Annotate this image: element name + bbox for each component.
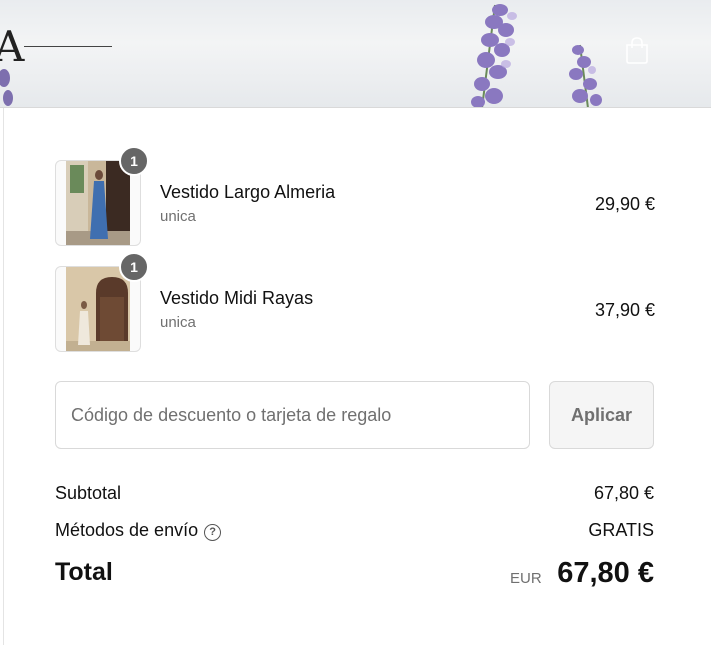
product-price: 37,90 € xyxy=(594,300,655,320)
total-label: Total xyxy=(55,558,113,586)
shipping-label: Métodos de envío xyxy=(55,520,199,540)
product-image xyxy=(66,161,130,245)
checkout-page: A 1 Vestido Largo Almeria unica 29,90 € xyxy=(0,0,711,645)
question-circle-icon[interactable]: ? xyxy=(204,523,222,541)
product-variant: unica xyxy=(160,208,196,225)
header-banner: A xyxy=(0,0,711,108)
product-name: Vestido Largo Almeria xyxy=(160,182,336,202)
quantity-badge: 1 xyxy=(119,146,149,176)
line-item: 1 Vestido Largo Almeria unica 29,90 € xyxy=(55,146,655,246)
column-divider xyxy=(3,108,4,645)
product-name: Vestido Midi Rayas xyxy=(160,288,314,308)
shopping-bag-icon[interactable] xyxy=(624,36,650,64)
store-logo[interactable]: A xyxy=(0,22,24,71)
apply-discount-button[interactable]: Aplicar xyxy=(549,381,654,449)
product-price: 29,90 € xyxy=(594,194,655,214)
discount-code-input[interactable] xyxy=(55,381,530,449)
lavender-background-image xyxy=(0,4,602,107)
shipping-row: Métodos de envío? GRATIS xyxy=(55,520,654,541)
product-image xyxy=(66,267,130,351)
line-item: 1 Vestido Midi Rayas unica 37,90 € xyxy=(55,252,655,352)
product-variant: unica xyxy=(160,314,196,331)
subtotal-label: Subtotal xyxy=(55,483,122,503)
subtotal-row: Subtotal 67,80 € xyxy=(55,483,654,504)
total-currency: EUR xyxy=(510,570,542,587)
total-amount: 67,80 € xyxy=(557,557,654,589)
quantity-badge: 1 xyxy=(119,252,149,282)
logo-divider xyxy=(24,46,112,47)
subtotal-value: 67,80 € xyxy=(593,483,654,503)
shipping-value: GRATIS xyxy=(588,520,654,540)
